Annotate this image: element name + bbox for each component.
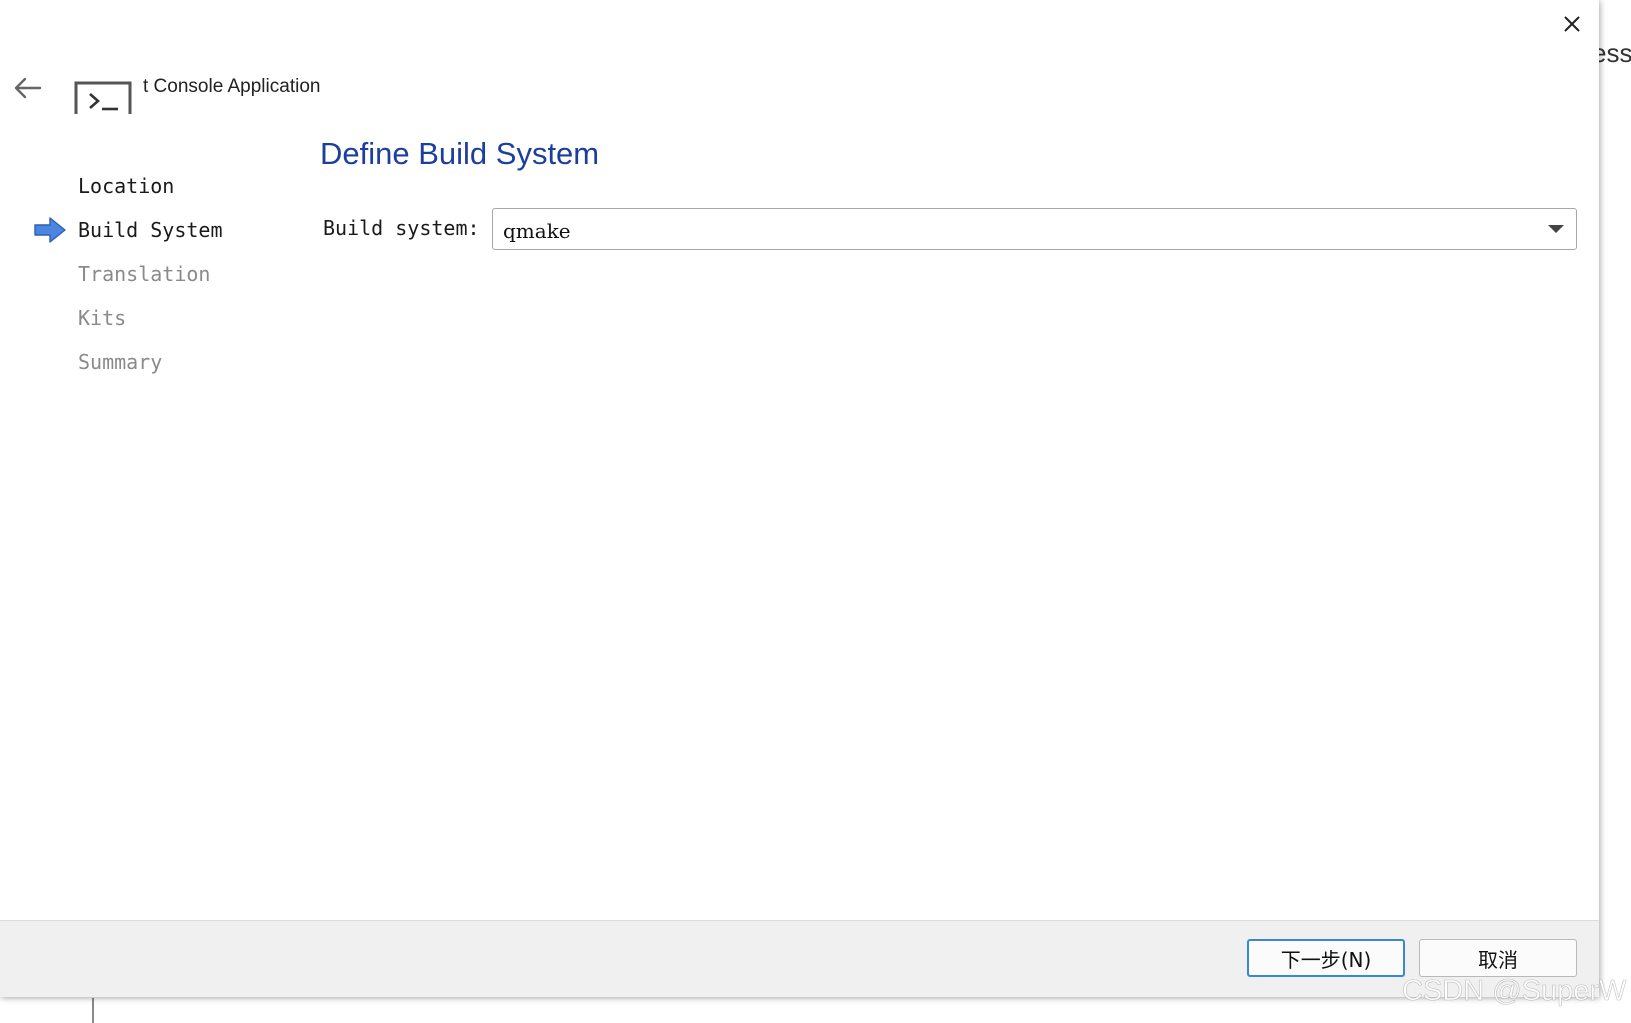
watermark: CSDN @SuperW [1402,975,1627,1008]
step-summary: Summary [78,350,163,374]
build-system-value: qmake [503,219,571,243]
build-system-select[interactable]: qmake [492,208,1577,250]
terminal-icon [74,81,132,114]
arrow-right-icon [34,217,66,243]
button-bar: 下一步(N) 取消 [0,920,1599,997]
background-divider [92,998,94,1023]
step-translation: Translation [78,262,211,286]
new-project-wizard-dialog: t Console Application Location Build Sys… [0,0,1599,997]
cancel-button[interactable]: 取消 [1419,939,1577,977]
close-button[interactable] [1554,6,1590,42]
step-kits: Kits [78,306,127,330]
step-build-system: Build System [78,218,223,242]
dialog-title: t Console Application [143,76,321,97]
chevron-down-icon [1548,225,1564,233]
close-icon [1564,16,1580,32]
build-system-label: Build system: [323,216,480,240]
page-title: Define Build System [320,136,600,171]
next-button[interactable]: 下一步(N) [1247,939,1405,977]
step-location: Location [78,174,175,198]
arrow-left-icon [14,77,42,99]
back-button[interactable] [10,70,46,106]
